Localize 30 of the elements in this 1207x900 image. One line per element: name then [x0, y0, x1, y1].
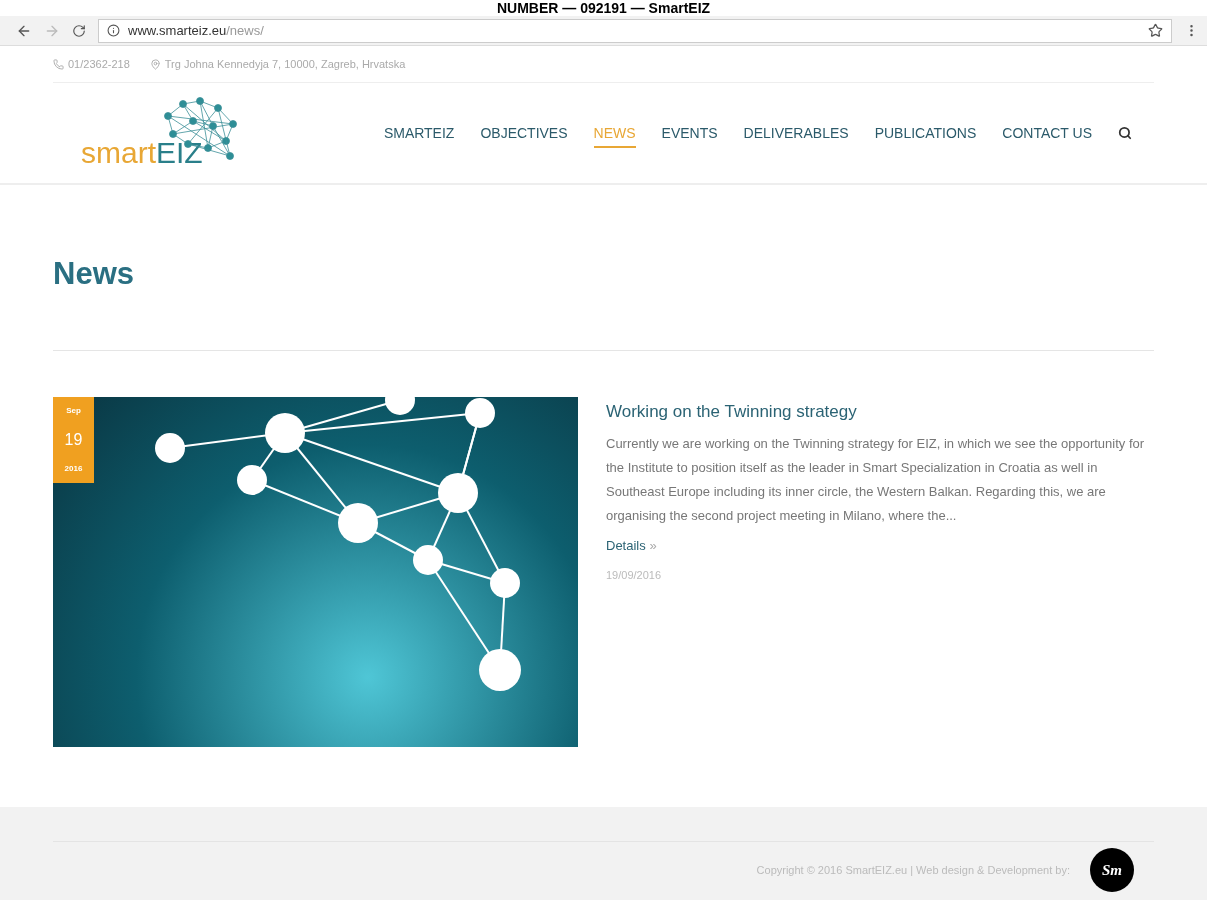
search-icon[interactable] — [1118, 126, 1132, 140]
phone-icon — [53, 58, 64, 70]
reload-icon[interactable] — [72, 23, 86, 38]
nav-link[interactable]: PUBLICATIONS — [874, 118, 977, 148]
nav-link[interactable]: DELIVERABLES — [743, 118, 849, 148]
screenshot-caption: NUMBER — 092191 — SmartEIZ — [496, 1, 711, 15]
logo-text-eiz: EIZ — [156, 138, 203, 168]
logo-text-smart: smart — [81, 138, 156, 168]
nav-link[interactable]: CONTACT US — [1002, 118, 1092, 148]
address-text: Trg Johna Kennedyja 7, 10000, Zagreb, Hrvatska — [164, 56, 406, 72]
location-pin-icon — [149, 58, 161, 70]
post-title[interactable]: Working on the Twinning strategy — [606, 398, 1154, 424]
nav-link[interactable]: EVENTS — [661, 118, 718, 148]
post-date: 19/09/2016 — [606, 568, 663, 583]
bookmark-star-icon[interactable] — [1148, 23, 1163, 38]
date-day: 19 — [64, 427, 83, 452]
phone-number: 01/2362-218 — [68, 56, 130, 72]
url-path: /news/ — [226, 21, 264, 40]
date-month: Sep — [66, 404, 81, 417]
nav-link[interactable]: OBJECTIVES — [480, 118, 568, 148]
post-excerpt: Currently we are working on the Twinning strategy for EIZ, in which we see the opportunity for the Institute to position itself as the leader in Smart Specialization in Croatia as well in Southeast Europe including its inner circle, the Western Balkan. Regarding this, we are organising the second project meeting in Milano, where the... — [606, 435, 1146, 525]
smarteiz-logo[interactable]: smartEIZ — [53, 88, 243, 178]
info-icon — [107, 24, 120, 37]
nav-link[interactable]: SMARTEIZ — [383, 118, 455, 148]
address-bar[interactable]: www.smarteiz.eu/news/ — [98, 18, 1172, 43]
designer-logo[interactable]: Sm — [1090, 848, 1134, 892]
page-title: News — [53, 255, 135, 293]
date-year: 2016 — [64, 462, 83, 475]
url-host: www.smarteiz.eu — [128, 21, 227, 40]
details-link[interactable]: Details » — [606, 536, 657, 556]
